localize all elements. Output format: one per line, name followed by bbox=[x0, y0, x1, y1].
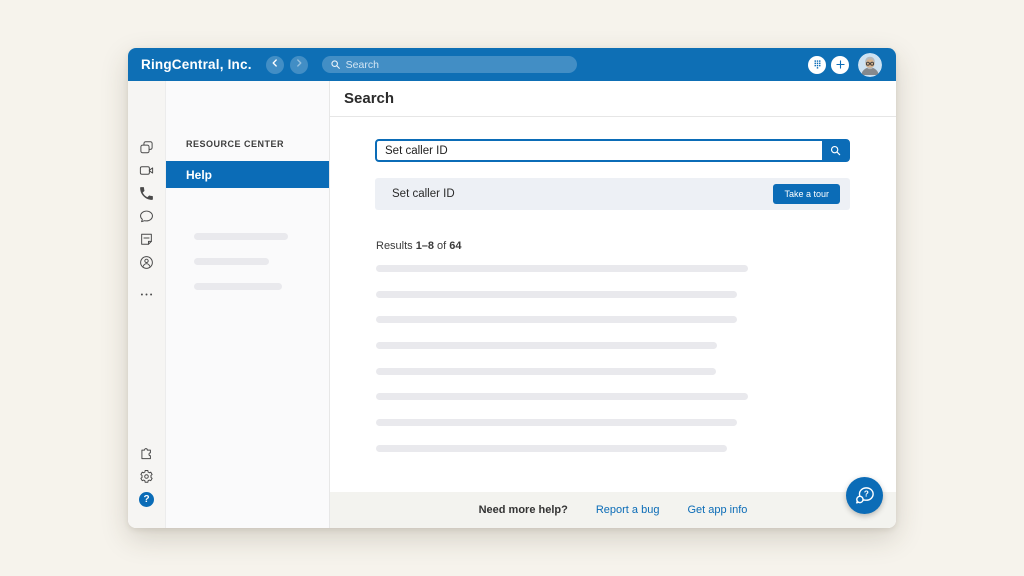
plus-icon bbox=[835, 59, 846, 70]
skeleton-line bbox=[376, 265, 748, 272]
chevron-left-icon bbox=[269, 56, 281, 74]
contacts-icon[interactable] bbox=[138, 254, 155, 271]
skeleton-line bbox=[376, 290, 737, 298]
skeleton-line bbox=[194, 283, 282, 290]
message-icon[interactable] bbox=[138, 139, 155, 156]
help-search-input[interactable] bbox=[377, 141, 822, 160]
panel-skeleton-list bbox=[194, 233, 288, 308]
skeleton-line bbox=[376, 367, 716, 375]
forward-button[interactable] bbox=[289, 55, 308, 74]
results-label: Results bbox=[376, 240, 413, 252]
phone-handset-icon[interactable] bbox=[138, 185, 155, 202]
footer-prompt: Need more help? bbox=[478, 504, 568, 516]
footer-link[interactable]: Report a bug bbox=[596, 504, 660, 516]
search-icon bbox=[330, 59, 341, 70]
chat-help-icon: ? bbox=[852, 483, 878, 509]
help-question-icon[interactable]: ? bbox=[138, 491, 155, 508]
results-total: 64 bbox=[449, 240, 462, 252]
skeleton-line bbox=[376, 444, 727, 452]
search-submit-button[interactable] bbox=[822, 141, 848, 160]
resource-center-header: RESOURCE CENTER bbox=[186, 139, 285, 149]
help-search-bar bbox=[375, 139, 850, 162]
puzzle-icon[interactable] bbox=[138, 445, 155, 462]
result-card-title: Set caller ID bbox=[392, 188, 455, 200]
topbar-search-input[interactable] bbox=[345, 58, 569, 71]
skeleton-line bbox=[376, 393, 748, 401]
search-result-card[interactable]: Set caller ID Take a tour bbox=[375, 178, 850, 210]
magnifier-icon bbox=[829, 144, 842, 157]
nav-rail-top bbox=[138, 139, 155, 309]
main-area: Search Set caller ID Take a tour Results… bbox=[330, 81, 896, 528]
results-skeleton-list bbox=[376, 265, 748, 471]
dialpad-icon bbox=[812, 59, 823, 70]
chevron-right-icon bbox=[293, 56, 305, 74]
video-camera-icon[interactable] bbox=[138, 162, 155, 179]
topbar-actions bbox=[808, 52, 882, 77]
user-avatar[interactable] bbox=[858, 52, 882, 77]
svg-text:?: ? bbox=[863, 489, 868, 498]
main-content: Set caller ID Take a tour Results1–8of64 bbox=[330, 117, 896, 492]
app-title: RingCentral, Inc. bbox=[141, 57, 252, 72]
page-title: Search bbox=[344, 90, 395, 107]
back-button[interactable] bbox=[265, 55, 284, 74]
nav-rail: ? bbox=[128, 81, 165, 528]
skeleton-line bbox=[376, 316, 737, 324]
more-dots-icon[interactable] bbox=[138, 286, 155, 303]
results-of: of bbox=[437, 240, 447, 252]
footer-links: Report a bug Get app info bbox=[596, 504, 748, 516]
footer-link[interactable]: Get app info bbox=[687, 504, 747, 516]
skeleton-line bbox=[376, 342, 717, 350]
skeleton-line bbox=[194, 233, 288, 240]
main-header: Search bbox=[330, 81, 896, 117]
take-a-tour-button[interactable]: Take a tour bbox=[773, 184, 840, 204]
gear-icon[interactable] bbox=[138, 468, 155, 485]
skeleton-line bbox=[194, 258, 269, 265]
skeleton-line bbox=[376, 419, 737, 427]
nav-rail-bottom: ? bbox=[138, 445, 155, 514]
footer: Need more help? Report a bug Get app info bbox=[330, 492, 896, 528]
fax-note-icon[interactable] bbox=[138, 231, 155, 248]
new-actions-button[interactable] bbox=[831, 55, 849, 74]
app-window: RingCentral, Inc. Search ? RESOURCE CENT… bbox=[128, 48, 896, 528]
topbar: RingCentral, Inc. bbox=[128, 48, 896, 81]
speech-bubble-icon[interactable] bbox=[138, 208, 155, 225]
avatar-image bbox=[858, 52, 882, 77]
topbar-search[interactable] bbox=[321, 56, 577, 73]
results-summary: Results 1–8 of 64 bbox=[376, 240, 464, 252]
dialpad-button[interactable] bbox=[808, 55, 826, 74]
support-fab[interactable]: ? bbox=[846, 477, 883, 514]
results-range: 1–8 bbox=[415, 240, 435, 252]
resource-center-panel: RESOURCE CENTER Help bbox=[165, 81, 330, 528]
sidebar-item-help[interactable]: Help bbox=[166, 161, 329, 188]
